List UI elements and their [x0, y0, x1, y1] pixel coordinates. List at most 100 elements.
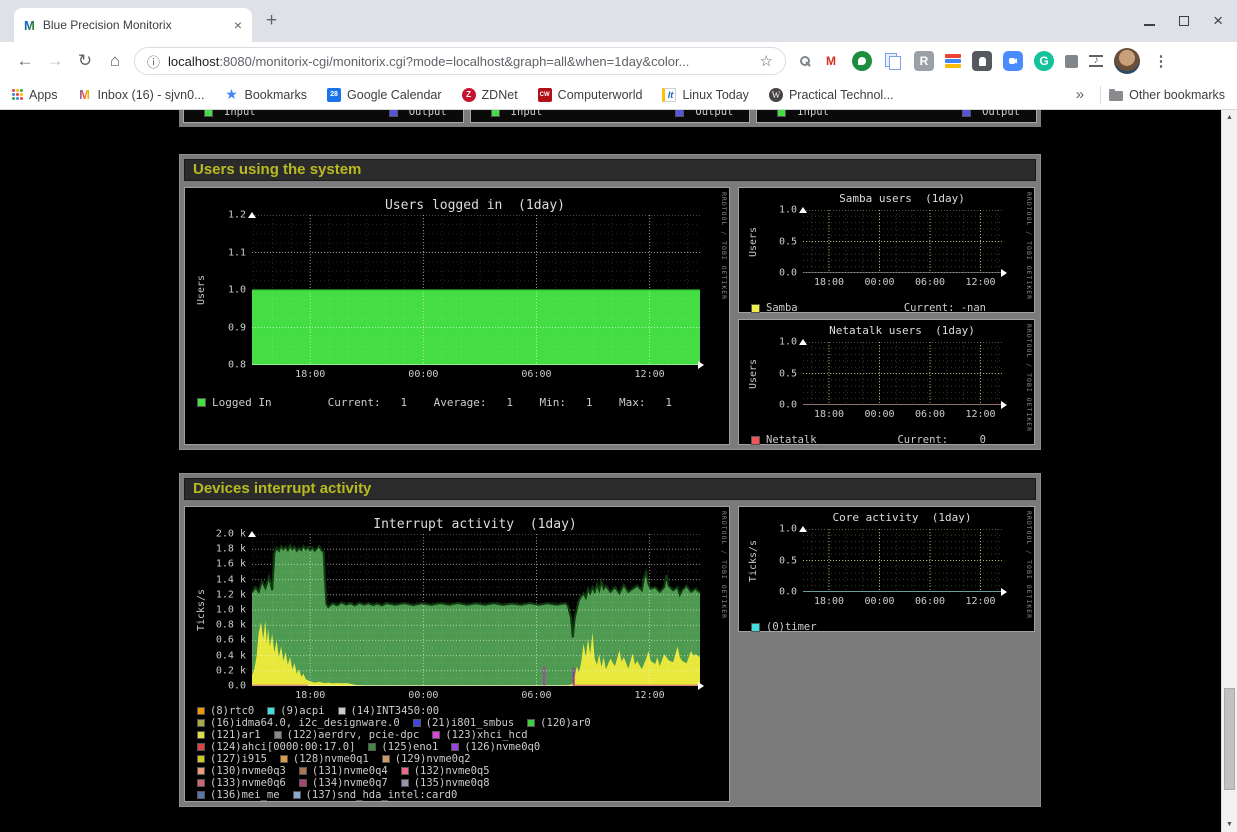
- chart-panel-core_activity[interactable]: RRDTOOL / TOBI OETIKERCore activity (1da…: [738, 506, 1035, 632]
- legend-row: (127)i915(128)nvme0q1(129)nvme0q2: [197, 753, 729, 765]
- chart-plot: 2.0 k1.8 k1.6 k1.4 k1.2 k1.0 k0.8 k0.6 k…: [252, 534, 700, 686]
- x-tick-label: 06:00: [521, 690, 551, 701]
- legend-swatch: [293, 791, 301, 799]
- y-tick-label: 1.8 k: [216, 544, 252, 555]
- home-button[interactable]: ⌂: [100, 51, 130, 71]
- section-title-interrupts: Devices interrupt activity: [184, 478, 1036, 500]
- bookmark-star-icon[interactable]: ☆: [760, 52, 773, 70]
- x-tick-label: 12:00: [635, 690, 665, 701]
- zoom-extension-icon[interactable]: [1003, 51, 1023, 71]
- legend-label: (21)i801_smbus: [426, 717, 515, 729]
- bookmark-item-linux-today[interactable]: ltLinux Today: [662, 88, 749, 102]
- x-axis-arrow: [1001, 588, 1011, 596]
- legend-swatch: [751, 623, 760, 632]
- search-extension-icon[interactable]: [800, 56, 810, 66]
- url-text: localhost:8080/monitorix-cgi/monitorix.c…: [168, 54, 752, 69]
- tab-title: Blue Precision Monitorix: [43, 18, 226, 32]
- legend-item: (133)nvme0q6: [197, 777, 286, 789]
- chart-panel-interrupt_activity[interactable]: RRDTOOL / TOBI OETIKERInterrupt activity…: [184, 506, 730, 802]
- page-viewport: InputOutputInputOutputInputOutput Users …: [0, 110, 1221, 832]
- legend-stats: Current: 1 Average: 1 Min: 1 Max: 1: [328, 396, 672, 409]
- reload-button[interactable]: ↻: [70, 51, 100, 71]
- legend-swatch: [751, 304, 760, 313]
- maximize-button[interactable]: [1179, 16, 1189, 26]
- scrollbar-up-arrow[interactable]: ▲: [1222, 110, 1237, 125]
- minimize-button[interactable]: [1144, 24, 1155, 26]
- chart-panel-netatalk_users[interactable]: RRDTOOL / TOBI OETIKERNetatalk users (1d…: [738, 319, 1035, 445]
- browser-menu-icon[interactable]: ⋮: [1151, 51, 1171, 71]
- new-tab-button[interactable]: +: [266, 10, 277, 32]
- back-button[interactable]: ←: [10, 51, 40, 71]
- bookmark-item-practical-technology[interactable]: WPractical Technol...: [769, 88, 894, 102]
- bookmark-label: Practical Technol...: [789, 88, 894, 102]
- page-info-icon[interactable]: ⓘ: [147, 52, 160, 71]
- legend-item: (134)nvme0q7: [299, 777, 388, 789]
- grammarly-extension-icon[interactable]: G: [1034, 51, 1054, 71]
- chart-plot: 1.00.50.018:0000:0006:0012:00: [803, 529, 1003, 592]
- forward-button[interactable]: →: [40, 51, 70, 71]
- y-tick-label: 0.8 k: [216, 620, 252, 631]
- bookmark-item-inbox[interactable]: MInbox (16) - sjvn0...: [78, 88, 205, 102]
- star-icon: ★: [225, 88, 239, 102]
- legend-label: (14)INT3450:00: [351, 705, 440, 717]
- legend-item: Input: [777, 110, 829, 118]
- lt-icon: lt: [662, 88, 676, 102]
- partial-chart-panel[interactable]: InputOutput: [756, 110, 1037, 123]
- x-tick-label: 18:00: [814, 596, 844, 607]
- bookmark-item-bookmarks[interactable]: ★Bookmarks: [225, 88, 308, 102]
- book-stack-extension-icon[interactable]: [945, 59, 961, 63]
- rakuten-extension-icon[interactable]: R: [914, 51, 934, 71]
- bookmark-item-apps[interactable]: Apps: [12, 88, 58, 102]
- y-tick-label: 2.0 k: [216, 529, 252, 540]
- gmail-extension-icon[interactable]: M: [821, 51, 841, 71]
- bookmarks-overflow-chevron[interactable]: »: [1068, 86, 1092, 103]
- window-close-button[interactable]: ×: [1213, 16, 1223, 26]
- legend-label: (0)timer: [766, 621, 817, 633]
- y-tick-label: 1.1: [228, 247, 252, 258]
- bookmarks-bar-items: Apps MInbox (16) - sjvn0... ★Bookmarks 28Go…: [12, 88, 1068, 102]
- legend-swatch: [389, 110, 398, 117]
- y-tick-label: 0.5: [779, 236, 803, 247]
- profile-avatar-icon[interactable]: [1114, 48, 1140, 74]
- bookmarks-divider: [1100, 86, 1101, 104]
- keeper-extension-icon[interactable]: [972, 51, 992, 71]
- bookmark-item-computerworld[interactable]: CWComputerworld: [538, 88, 643, 102]
- y-tick-label: 0.8: [228, 360, 252, 371]
- y-tick-label: 1.2 k: [216, 589, 252, 600]
- partial-chart-legend: InputOutput: [204, 110, 447, 118]
- copy-extension-icon[interactable]: [883, 51, 903, 71]
- legend-swatch: [777, 110, 786, 117]
- bookmark-item-google-calendar[interactable]: 28Google Calendar: [327, 88, 442, 102]
- google-voice-extension-icon[interactable]: [852, 51, 872, 71]
- browser-tab[interactable]: M Blue Precision Monitorix ×: [14, 8, 252, 42]
- playlist-extension-icon[interactable]: ♪: [1089, 55, 1103, 67]
- legend-swatch: [299, 779, 307, 787]
- section-interrupts: Devices interrupt activity RRDTOOL / TOB…: [179, 473, 1041, 807]
- legend-item: (126)nvme0q0: [451, 741, 540, 753]
- x-tick-label: 18:00: [295, 690, 325, 701]
- page-scrollbar[interactable]: ▲ ▼: [1221, 110, 1237, 832]
- chart-title-interrupt_activity: Interrupt activity (1day): [251, 517, 699, 532]
- legend-item: (121)ar1: [197, 729, 261, 741]
- partial-chart-panel[interactable]: InputOutput: [183, 110, 464, 123]
- x-tick-label: 06:00: [521, 369, 551, 380]
- bookmark-item-zdnet[interactable]: ZZDNet: [462, 88, 518, 102]
- other-bookmarks-button[interactable]: Other bookmarks: [1109, 88, 1225, 102]
- scrollbar-thumb[interactable]: [1224, 688, 1235, 790]
- extensions-puzzle-icon[interactable]: [1065, 55, 1078, 68]
- chart-panel-samba_users[interactable]: RRDTOOL / TOBI OETIKERSamba users (1day)…: [738, 187, 1035, 313]
- y-tick-label: 0.4 k: [216, 650, 252, 661]
- tab-close-icon[interactable]: ×: [234, 17, 242, 33]
- bookmark-label: ZDNet: [482, 88, 518, 102]
- x-tick-label: 18:00: [814, 277, 844, 288]
- partial-chart-panel[interactable]: InputOutput: [470, 110, 751, 123]
- chart-panel-users_logged_in[interactable]: RRDTOOL / TOBI OETIKERUsers logged in (1…: [184, 187, 730, 445]
- legend-swatch: [274, 731, 282, 739]
- legend-item: (136)mei_me: [197, 789, 280, 801]
- bookmarks-bar: Apps MInbox (16) - sjvn0... ★Bookmarks 28Go…: [0, 80, 1237, 110]
- url-path: :8080/monitorix-cgi/monitorix.cgi?mode=l…: [219, 54, 689, 69]
- legend-label: (122)aerdrv, pcie-dpc: [287, 729, 420, 741]
- calendar-icon: 28: [327, 88, 341, 102]
- address-bar[interactable]: ⓘ localhost:8080/monitorix-cgi/monitorix…: [134, 47, 786, 75]
- scrollbar-down-arrow[interactable]: ▼: [1222, 817, 1237, 832]
